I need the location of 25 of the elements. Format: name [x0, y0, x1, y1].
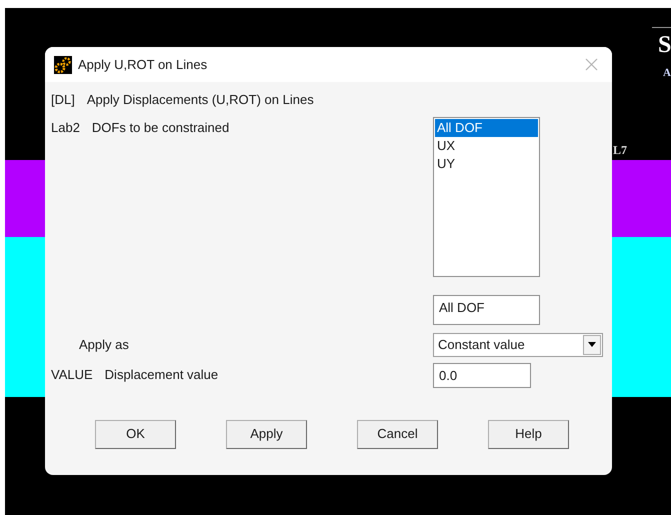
selection-field[interactable]: All DOF [433, 294, 540, 324]
dialog-heading: Apply Displacements (U,ROT) on Lines [86, 91, 314, 109]
plot-title: S [658, 33, 671, 57]
close-icon[interactable] [585, 58, 598, 71]
line-label: L7 [613, 144, 628, 156]
parameter-code: Lab2 [51, 118, 80, 136]
command-code: [DL] [51, 91, 75, 109]
value-input[interactable]: 0.0 [433, 362, 531, 388]
list-option[interactable]: UY [435, 154, 538, 172]
window-title: Apply U,ROT on Lines [78, 56, 208, 74]
plot-subtitle: A [663, 68, 671, 79]
dof-listbox[interactable]: All DOF UX UY [433, 116, 540, 276]
dialog-button[interactable]: Cancel [357, 420, 438, 448]
gears-icon [54, 56, 72, 74]
dialog-button[interactable]: OK [95, 420, 176, 448]
apply-as-dropdown[interactable]: Constant value [433, 332, 603, 356]
dialog-button[interactable]: Apply [226, 420, 307, 448]
dropdown-arrow-icon [588, 342, 596, 347]
field-label: DOFs to be constrained [92, 118, 230, 136]
list-option[interactable]: All DOF [435, 118, 538, 136]
field-label: Displacement value [104, 366, 218, 384]
parameter-code: VALUE [51, 366, 93, 384]
field-label: Apply as [79, 336, 129, 354]
dialog-button[interactable]: Help [488, 420, 569, 448]
list-option[interactable]: UX [435, 136, 538, 154]
